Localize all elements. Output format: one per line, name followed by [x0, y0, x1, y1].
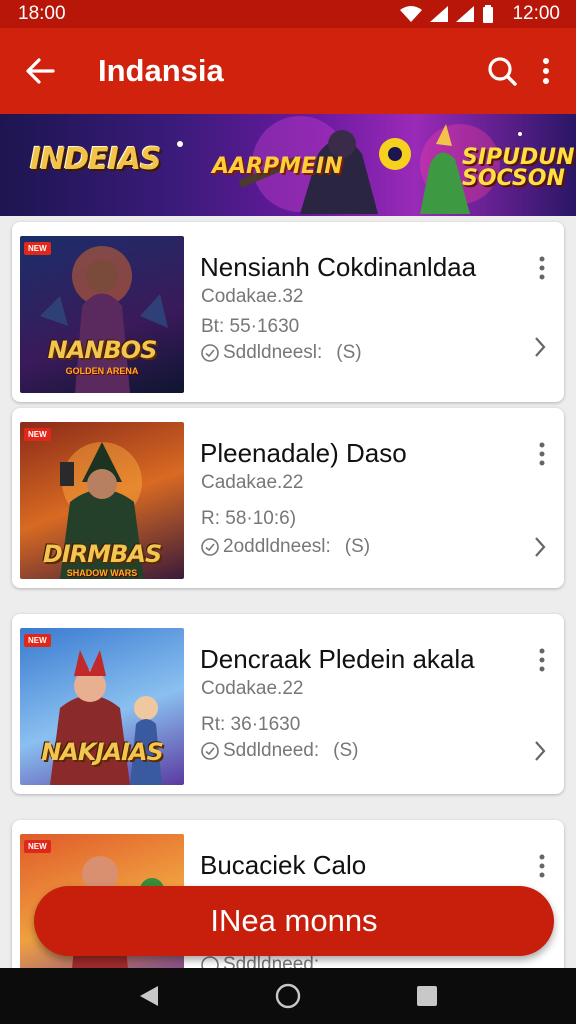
nav-back-icon[interactable]	[138, 984, 160, 1008]
list-item[interactable]: NEW NANBOS GOLDEN ARENA Nensianh Cokdina…	[12, 222, 564, 402]
item-meta-3-text: Sddldneed:	[223, 740, 320, 761]
item-title: Nensianh Cokdinanldaa	[200, 252, 477, 282]
status-clock: 12:00	[512, 3, 560, 24]
nav-home-icon[interactable]	[275, 983, 301, 1009]
item-meta-3: 2oddldneesl: (S)	[201, 536, 370, 558]
new-badge: NEW	[24, 242, 51, 255]
status-time: 18:00	[18, 3, 66, 24]
banner-title-left: INDEIAS	[30, 142, 162, 177]
item-title: Pleenadale) Daso	[200, 438, 407, 468]
item-meta-1: Cadakae.22	[201, 472, 304, 493]
item-meta-3: Sddldneed: (S)	[201, 740, 358, 762]
item-meta-2: R: 58·10:6)	[201, 508, 297, 529]
item-meta-3-suffix: (S)	[333, 740, 359, 761]
nav-recents-icon[interactable]	[416, 985, 438, 1007]
more-vert-icon[interactable]	[538, 648, 546, 672]
status-bar: 18:00 12:00	[0, 0, 576, 28]
list-item[interactable]: NEW DIRMBAS SHADOW WARS Pleenadale) Daso…	[12, 408, 564, 588]
primary-action-button[interactable]: INea monns	[34, 886, 554, 956]
item-meta-1: Codakae.32	[201, 286, 304, 307]
status-icons: 12:00	[400, 3, 560, 25]
system-nav-bar	[0, 968, 576, 1024]
item-meta-2: Bt: 55·1630	[201, 316, 300, 337]
item-meta-2: Rt: 36·1630	[201, 714, 301, 735]
item-meta-3-suffix: (S)	[336, 342, 362, 363]
banner-title-right: SIPUDUN SOCSON	[462, 145, 575, 191]
game-thumbnail: NEW NANBOS GOLDEN ARENA	[20, 236, 184, 393]
thumbnail-title: NAKJAIAS	[41, 738, 164, 766]
item-meta-3-text: Sddldneesl:	[223, 342, 323, 363]
back-button[interactable]	[0, 28, 80, 114]
more-vert-icon[interactable]	[542, 57, 550, 85]
item-title: Dencraak Pledein akala	[200, 644, 475, 674]
item-title: Bucaciek Calo	[200, 850, 367, 880]
new-badge: NEW	[24, 428, 51, 441]
chevron-right-icon[interactable]	[534, 740, 546, 762]
more-vert-icon[interactable]	[538, 442, 546, 466]
arrow-back-icon	[26, 58, 55, 84]
check-circle-icon	[201, 742, 219, 760]
thumbnail-subtitle: SHADOW WARS	[66, 568, 138, 578]
game-thumbnail: NEW DIRMBAS SHADOW WARS	[20, 422, 184, 579]
chevron-right-icon[interactable]	[534, 536, 546, 558]
app-bar: Indansia	[0, 28, 576, 114]
list-item[interactable]: NEW NAKJAIAS Dencraak Pledein akala Coda…	[12, 614, 564, 794]
promo-banner[interactable]: INDEIAS AARPMEIN SIPUDUN SOCSON	[0, 114, 576, 216]
signal-icon	[430, 6, 449, 22]
check-circle-icon	[201, 344, 219, 362]
thumbnail-title: DIRMBAS	[42, 540, 162, 568]
new-badge: NEW	[24, 634, 51, 647]
signal-icon-2	[456, 6, 475, 22]
more-vert-icon[interactable]	[538, 854, 546, 878]
check-circle-icon	[201, 538, 219, 556]
battery-icon	[483, 5, 494, 23]
item-meta-1: Codakae.22	[201, 678, 304, 699]
chevron-right-icon[interactable]	[534, 336, 546, 358]
new-badge: NEW	[24, 840, 51, 853]
thumbnail-title: NANBOS	[47, 336, 158, 364]
item-meta-3-suffix: (S)	[344, 536, 371, 557]
more-vert-icon[interactable]	[538, 256, 546, 280]
wifi-icon	[400, 6, 423, 22]
banner-title-center: AARPMEIN	[212, 154, 343, 179]
search-icon[interactable]	[486, 55, 518, 87]
item-meta-3-text: 2oddldneesl:	[223, 536, 331, 557]
item-meta-3: Sddldneesl: (S)	[201, 342, 362, 364]
thumbnail-subtitle: GOLDEN ARENA	[65, 366, 139, 376]
game-thumbnail: NEW NAKJAIAS	[20, 628, 184, 785]
page-title: Indansia	[98, 53, 224, 88]
